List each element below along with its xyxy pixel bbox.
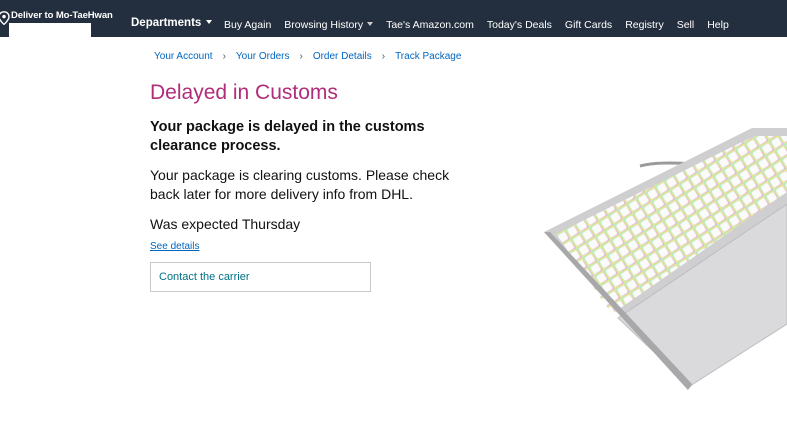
- nav-link-todays-deals[interactable]: Today's Deals: [487, 19, 552, 31]
- breadcrumb-separator: ›: [381, 51, 386, 62]
- deliver-to-label: Deliver to Mo-TaeHwan: [11, 10, 113, 21]
- departments-menu[interactable]: Departments: [131, 17, 213, 29]
- caret-down-icon: [206, 20, 213, 24]
- nav-link-gift-cards[interactable]: Gift Cards: [565, 19, 612, 31]
- breadcrumb-separator: ›: [222, 51, 226, 62]
- tracking-headline: Your package is delayed in the customs c…: [150, 119, 425, 154]
- nav-link-taes-amazon[interactable]: Tae's Amazon.com: [386, 19, 474, 31]
- nav-link-browsing-history[interactable]: Browsing History: [284, 19, 374, 31]
- tracking-status-title: Delayed in Customs: [150, 81, 338, 104]
- departments-label: Departments: [131, 17, 202, 29]
- deliver-address-redaction: [9, 23, 91, 42]
- keyboard-image: [540, 128, 787, 390]
- nav-link-registry[interactable]: Registry: [625, 19, 664, 31]
- browsing-history-label: Browsing History: [284, 19, 364, 31]
- nav-link-buy-again[interactable]: Buy Again: [224, 19, 271, 31]
- tracking-detail-text: Your package is clearing customs. Please…: [150, 167, 450, 202]
- top-nav-bar: Deliver to Mo-TaeHwan Departments Buy Ag…: [0, 0, 787, 42]
- breadcrumb: Your Account › Your Orders › Order Detai…: [154, 51, 461, 62]
- breadcrumb-your-orders[interactable]: Your Orders: [236, 51, 290, 62]
- caret-down-icon: [367, 22, 374, 26]
- see-details-link[interactable]: See details: [150, 241, 199, 252]
- expected-delivery-text: Was expected Thursday: [150, 216, 301, 232]
- breadcrumb-order-details[interactable]: Order Details: [313, 51, 372, 62]
- breadcrumb-your-account[interactable]: Your Account: [154, 51, 213, 62]
- contact-carrier-button[interactable]: Contact the carrier: [150, 262, 371, 292]
- breadcrumb-track-package[interactable]: Track Package: [395, 51, 461, 62]
- nav-links: Buy Again Browsing History Tae's Amazon.…: [224, 19, 742, 31]
- nav-link-help[interactable]: Help: [707, 19, 729, 31]
- breadcrumb-separator: ›: [299, 51, 303, 62]
- nav-link-sell[interactable]: Sell: [677, 19, 695, 31]
